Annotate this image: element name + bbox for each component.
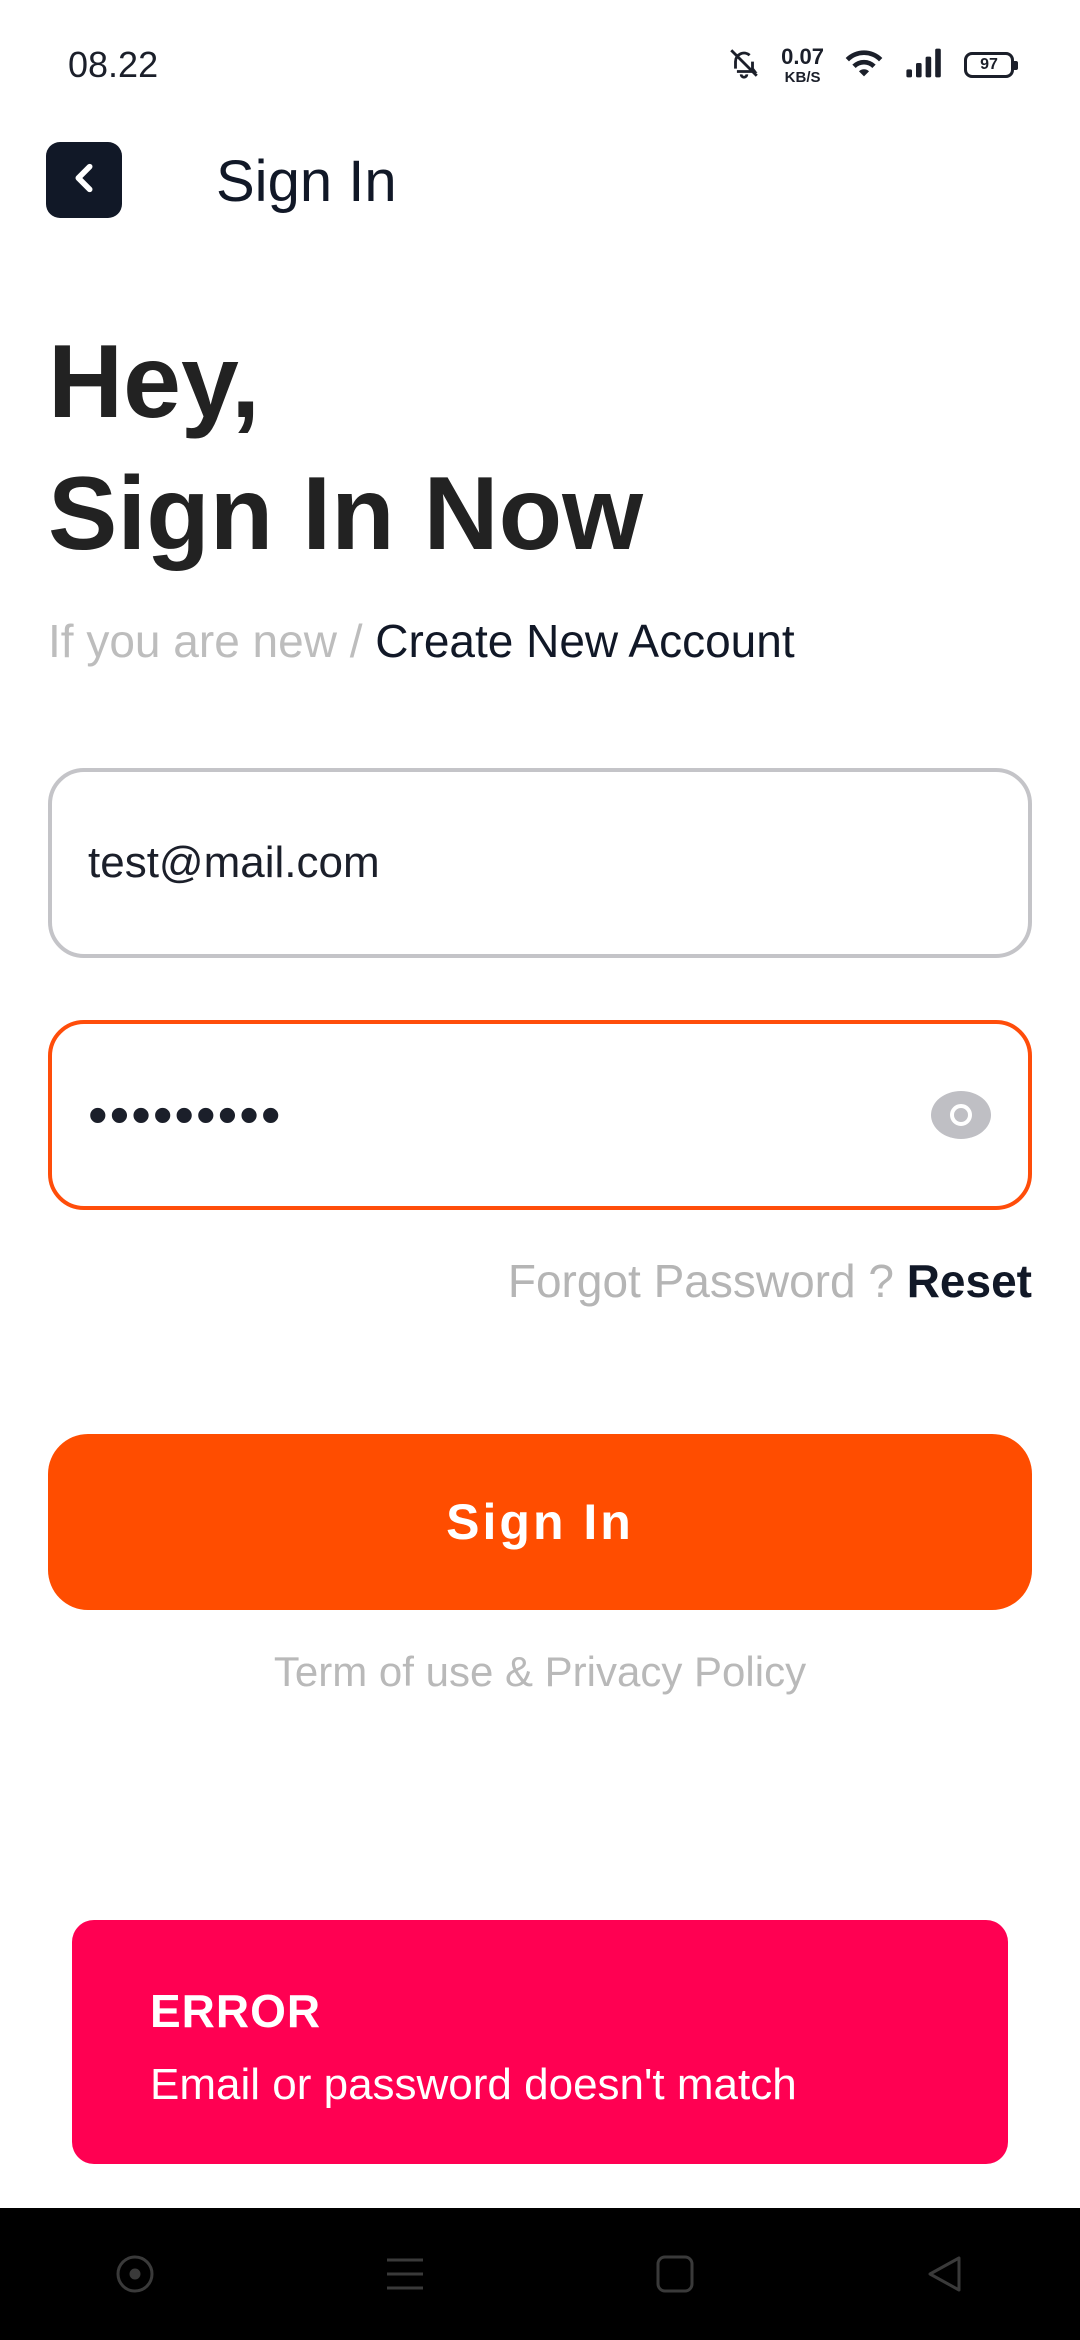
hero-line-1: Hey, — [48, 324, 260, 440]
forgot-password-prefix: Forgot Password ? — [507, 1255, 907, 1307]
circle-button-icon[interactable] — [105, 2244, 165, 2304]
home-square-icon[interactable] — [645, 2244, 705, 2304]
back-triangle-icon[interactable] — [915, 2244, 975, 2304]
status-icons: 0.07 KB/S 97 — [727, 40, 1018, 90]
forgot-password-line: Forgot Password ? Reset — [508, 1254, 1032, 1308]
net-speed: 0.07 KB/S — [781, 43, 824, 86]
reset-link[interactable]: Reset — [907, 1255, 1032, 1307]
terms-link[interactable]: Term of use & Privacy Policy — [0, 1648, 1080, 1696]
sign-in-button[interactable]: Sign In — [48, 1434, 1032, 1610]
create-account-line: If you are new / Create New Account — [48, 614, 795, 668]
net-speed-unit: KB/S — [784, 68, 821, 86]
chevron-left-icon — [69, 161, 99, 200]
eye-icon[interactable] — [930, 1090, 992, 1140]
page-title: Sign In — [216, 149, 397, 214]
wifi-icon — [844, 46, 884, 85]
password-value: ••••••••• — [88, 1083, 283, 1146]
email-field[interactable]: test@mail.com — [48, 768, 1032, 958]
create-account-prefix: If you are new / — [48, 615, 376, 667]
error-toast: ERROR Email or password doesn't match — [72, 1920, 1008, 2164]
signal-icon — [904, 47, 944, 84]
net-speed-value: 0.07 — [781, 43, 824, 69]
back-button[interactable] — [46, 142, 122, 218]
error-title: ERROR — [150, 1985, 322, 2037]
email-value: test@mail.com — [88, 838, 380, 887]
password-field[interactable]: ••••••••• — [48, 1020, 1032, 1210]
mute-bell-icon — [727, 46, 761, 85]
create-account-link[interactable]: Create New Account — [375, 615, 794, 667]
hero-heading: Hey, Sign In Now — [48, 316, 643, 580]
menu-icon[interactable] — [375, 2244, 435, 2304]
hero-line-2: Sign In Now — [48, 456, 644, 572]
system-nav-bar — [0, 2208, 1080, 2340]
status-time: 08.22 — [68, 44, 159, 85]
error-message: Email or password doesn't match — [150, 2060, 797, 2109]
battery-icon: 97 — [964, 52, 1018, 78]
